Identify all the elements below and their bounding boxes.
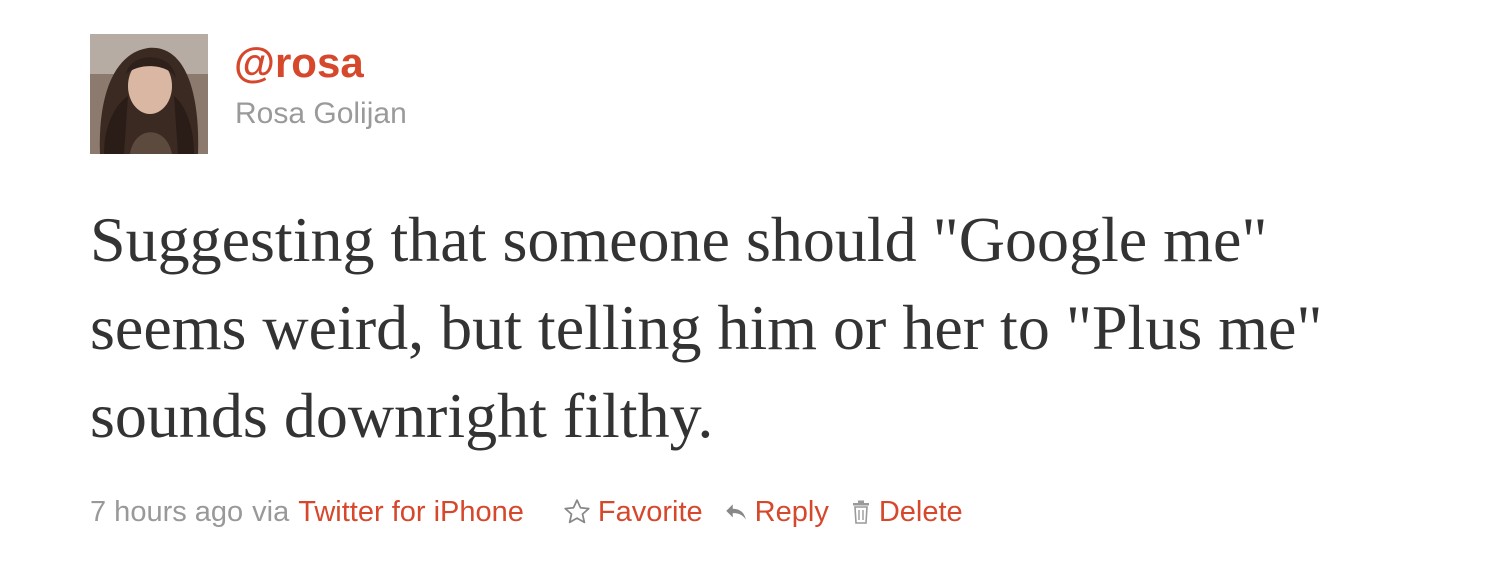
avatar[interactable]: [90, 34, 208, 154]
tweet-meta: 7 hours ago via Twitter for iPhone Favor…: [90, 490, 963, 534]
trash-icon: [849, 499, 873, 525]
author-handle[interactable]: @rosa: [234, 36, 364, 90]
user-avatar-photo: [90, 34, 208, 154]
reply-label: Reply: [754, 495, 829, 528]
tweet-text: Suggesting that someone should "Google m…: [90, 204, 1323, 451]
source-link[interactable]: Twitter for iPhone: [298, 496, 524, 529]
star-outline-icon: [562, 497, 592, 527]
favorite-label: Favorite: [597, 495, 703, 528]
reply-arrow-icon: [723, 499, 749, 525]
reply-button[interactable]: Reply: [723, 496, 829, 529]
timestamp[interactable]: 7 hours ago: [90, 496, 243, 529]
delete-label: Delete: [878, 495, 963, 528]
favorite-button[interactable]: Favorite: [562, 496, 703, 529]
via-label: via: [252, 495, 290, 528]
tweet-card: @rosa Rosa Golijan Suggesting that someo…: [0, 0, 1500, 588]
author-name: Rosa Golijan: [235, 97, 407, 130]
delete-button[interactable]: Delete: [849, 496, 963, 529]
